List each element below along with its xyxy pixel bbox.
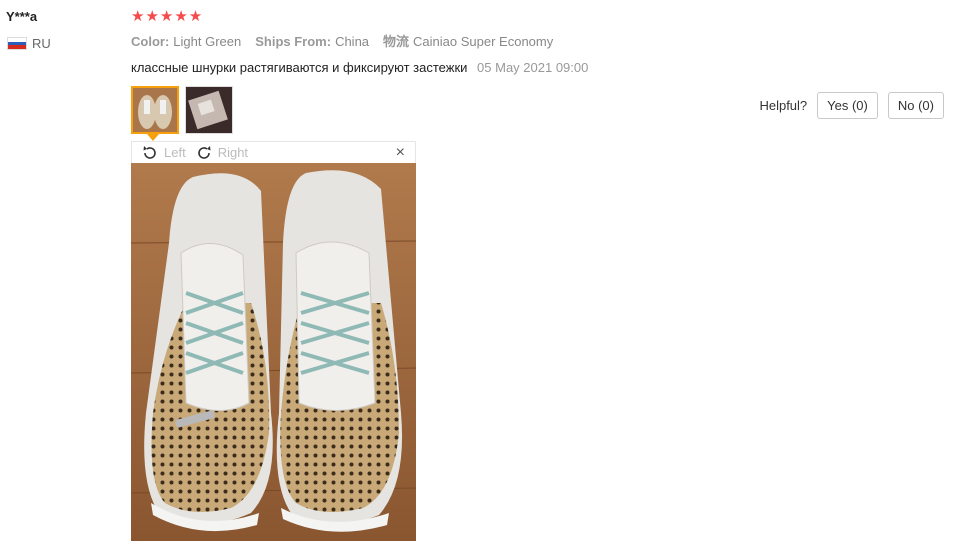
- meta-ships-from: Ships From: China: [255, 34, 370, 49]
- review-text: классные шнурки растягиваются и фиксирую…: [131, 60, 468, 75]
- close-icon[interactable]: ×: [396, 143, 405, 163]
- image-viewer: Left Right ×: [131, 141, 416, 541]
- photo-thumbnails: [131, 86, 233, 134]
- rotate-left-label: Left: [164, 145, 186, 160]
- rotate-right-label: Right: [217, 145, 249, 160]
- rotate-right-icon: [197, 145, 211, 159]
- active-thumbnail-arrow: [147, 134, 159, 141]
- reviewer-name: Y***a: [6, 9, 38, 24]
- helpful-label: Helpful?: [759, 98, 808, 113]
- review-body: классные шнурки растягиваются и фиксирую…: [131, 60, 951, 76]
- viewer-toolbar: Left Right ×: [131, 141, 416, 163]
- reviewer-country: RU: [7, 36, 51, 51]
- review-date: 05 May 2021 09:00: [477, 60, 589, 75]
- photo-thumbnail-2[interactable]: [185, 86, 233, 134]
- photo-thumbnail-1[interactable]: [131, 86, 179, 134]
- russia-flag-icon: [7, 37, 27, 50]
- helpful-section: Helpful? Yes (0) No (0): [759, 92, 944, 119]
- meta-logistics: 物流 Cainiao Super Economy: [383, 34, 554, 49]
- rotate-left-button[interactable]: Left: [142, 145, 186, 161]
- rotate-left-icon: [143, 145, 156, 159]
- meta-color: Color: Light Green: [131, 34, 242, 49]
- review-content: ★★★★★ Color: Light Green Ships From: China…: [131, 8, 951, 76]
- rotate-right-button[interactable]: Right: [196, 145, 248, 161]
- review-meta: Color: Light Green Ships From: China 物流 Cai…: [131, 34, 951, 50]
- helpful-yes-button[interactable]: Yes (0): [817, 92, 878, 119]
- helpful-no-button[interactable]: No (0): [887, 92, 944, 119]
- review-photo: [131, 163, 416, 541]
- country-code: RU: [32, 36, 51, 51]
- star-rating: ★★★★★: [131, 8, 204, 25]
